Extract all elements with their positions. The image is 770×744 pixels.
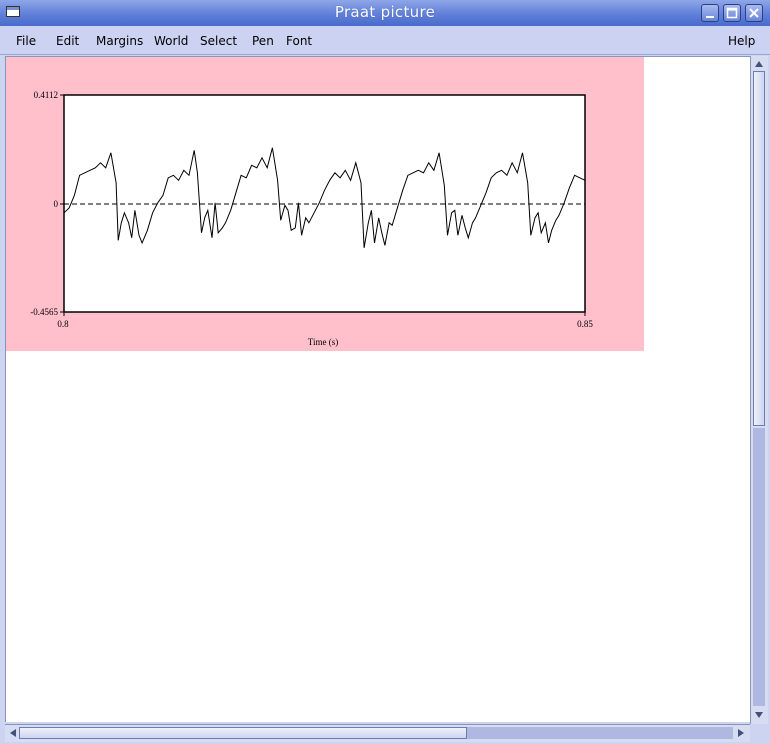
horizontal-scrollbar[interactable]: [5, 724, 750, 742]
scroll-down-arrow-icon[interactable]: [752, 708, 766, 722]
menu-bar: File Edit Margins World Select Pen Font …: [0, 26, 770, 55]
vertical-scroll-track[interactable]: [753, 428, 765, 706]
menu-margins[interactable]: Margins: [96, 34, 143, 48]
y-tick-label-top: 0.4112: [34, 90, 58, 100]
minimize-icon: [706, 16, 714, 18]
y-tick-label-bottom: -0.4565: [30, 307, 58, 317]
menu-world[interactable]: World: [154, 34, 188, 48]
horizontal-scroll-track[interactable]: [467, 727, 733, 739]
title-bar[interactable]: Praat picture: [0, 0, 770, 26]
scroll-right-arrow-icon[interactable]: [734, 726, 748, 740]
maximize-button[interactable]: [723, 4, 741, 22]
window-title: Praat picture: [334, 3, 436, 21]
y-tick-label-zero: 0: [54, 199, 59, 209]
picture-drawing: 0.4112 0 -0.4565 0.8 0.85 Time (s): [6, 57, 644, 351]
close-button[interactable]: [745, 4, 763, 22]
picture-canvas[interactable]: 0.4112 0 -0.4565 0.8 0.85 Time (s): [5, 56, 751, 722]
menu-pen[interactable]: Pen: [252, 34, 274, 48]
x-tick-label-start: 0.8: [57, 319, 69, 329]
horizontal-scroll-thumb[interactable]: [19, 727, 467, 739]
scroll-up-arrow-icon[interactable]: [752, 57, 766, 71]
vertical-scroll-thumb[interactable]: [753, 71, 765, 426]
menu-file[interactable]: File: [16, 34, 36, 48]
menu-edit[interactable]: Edit: [56, 34, 79, 48]
x-tick-label-end: 0.85: [577, 319, 593, 329]
menu-font[interactable]: Font: [286, 34, 312, 48]
scroll-left-arrow-icon[interactable]: [6, 726, 20, 740]
x-axis-label: Time (s): [308, 337, 338, 347]
scrollbar-corner: [750, 724, 767, 741]
minimize-button[interactable]: [701, 4, 719, 22]
maximize-icon: [726, 7, 738, 19]
menu-help[interactable]: Help: [728, 34, 755, 48]
close-icon: [749, 8, 759, 18]
praat-picture-window: Praat picture File Edit Margins World Se…: [0, 0, 770, 744]
vertical-scrollbar[interactable]: [750, 56, 768, 724]
menu-select[interactable]: Select: [200, 34, 237, 48]
